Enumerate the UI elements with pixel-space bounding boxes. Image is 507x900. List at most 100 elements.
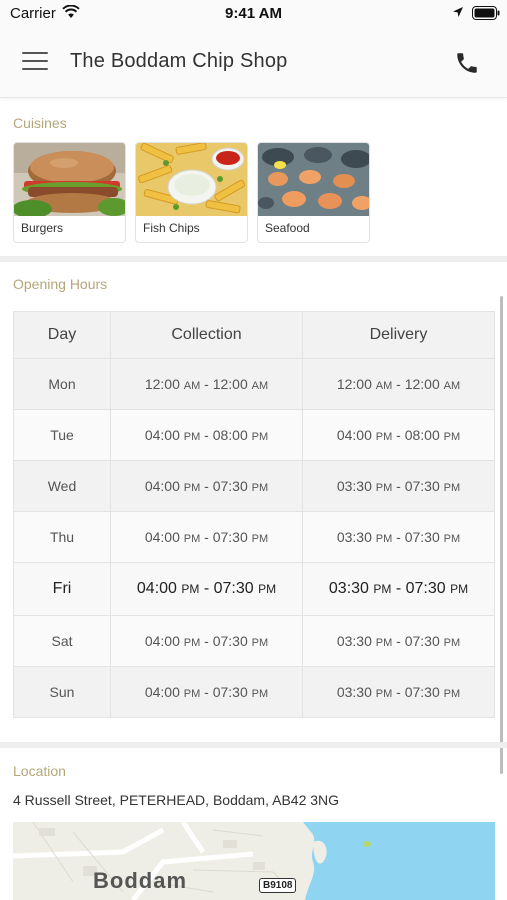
separator: -	[199, 580, 214, 597]
separator: -	[200, 427, 213, 443]
page-title: The Boddam Chip Shop	[70, 50, 288, 72]
column-header-day: Day	[13, 311, 111, 359]
end-time: 07:30	[405, 580, 446, 597]
collection-hours-cell: 04:00 PM - 07:30 PM	[110, 460, 303, 512]
am-pm: PM	[375, 431, 393, 443]
separator: -	[200, 684, 213, 700]
section-divider	[0, 742, 507, 748]
table-header-row: Day Collection Delivery	[13, 311, 495, 359]
end-time: 07:30	[404, 529, 440, 545]
am-pm: PM	[181, 582, 200, 596]
cuisine-label-burgers: Burgers	[21, 221, 64, 235]
am-pm: PM	[375, 637, 393, 649]
end-time: 08:00	[404, 427, 440, 443]
location-map[interactable]: Boddam B9108	[13, 822, 495, 900]
burger-image	[14, 143, 125, 218]
am-pm: PM	[375, 482, 393, 494]
am-pm: PM	[375, 688, 393, 700]
start-time: 04:00	[144, 633, 180, 649]
start-time: 03:30	[336, 684, 372, 700]
phone-icon[interactable]	[454, 50, 480, 76]
opening-hours-table: Day Collection Delivery Mon 12:00 AM - 1…	[13, 311, 495, 718]
am-pm: PM	[183, 482, 201, 494]
day-cell: Thu	[13, 511, 111, 563]
am-pm: PM	[183, 533, 201, 545]
delivery-hours-cell: 03:30 PM - 07:30 PM	[302, 562, 495, 616]
end-time: 12:00	[404, 376, 440, 392]
collection-hours-cell: 04:00 PM - 07:30 PM	[110, 562, 303, 616]
status-bar: Carrier 9:41 AM	[0, 0, 507, 28]
table-row: Mon 12:00 AM - 12:00 AM 12:00 AM - 12:00…	[13, 358, 495, 410]
day-cell: Sat	[13, 615, 111, 667]
day-cell: Mon	[13, 358, 111, 410]
scrollbar[interactable]	[500, 296, 503, 774]
end-time: 12:00	[212, 376, 248, 392]
separator: -	[200, 633, 213, 649]
start-time: 04:00	[336, 427, 372, 443]
delivery-hours-cell: 03:30 PM - 07:30 PM	[302, 460, 495, 512]
start-time: 04:00	[136, 580, 177, 597]
am-pm: PM	[443, 637, 461, 649]
table-row: Thu 04:00 PM - 07:30 PM 03:30 PM - 07:30…	[13, 511, 495, 563]
separator: -	[392, 427, 405, 443]
separator: -	[392, 376, 405, 392]
am-pm: PM	[443, 482, 461, 494]
am-pm: PM	[183, 637, 201, 649]
table-row-today: Fri 04:00 PM - 07:30 PM 03:30 PM - 07:30…	[13, 562, 495, 616]
separator: -	[391, 580, 406, 597]
map-road-label: B9108	[259, 878, 297, 893]
am-pm: PM	[443, 688, 461, 700]
end-time: 07:30	[212, 684, 248, 700]
am-pm: PM	[251, 482, 269, 494]
cuisine-card-fish-chips[interactable]: Fish Chips	[135, 142, 248, 243]
end-time: 07:30	[213, 580, 254, 597]
end-time: 07:30	[404, 684, 440, 700]
day-cell: Sun	[13, 666, 111, 718]
end-time: 08:00	[212, 427, 248, 443]
am-pm: PM	[183, 431, 201, 443]
am-pm: PM	[183, 688, 201, 700]
nav-bar: The Boddam Chip Shop	[0, 28, 507, 98]
separator: -	[200, 478, 213, 494]
am-pm: AM	[443, 380, 461, 392]
end-time: 07:30	[212, 633, 248, 649]
collection-hours-cell: 04:00 PM - 07:30 PM	[110, 615, 303, 667]
hamburger-menu-icon[interactable]	[22, 52, 48, 72]
table-row: Tue 04:00 PM - 08:00 PM 04:00 PM - 08:00…	[13, 409, 495, 461]
day-cell: Tue	[13, 409, 111, 461]
start-time: 04:00	[144, 427, 180, 443]
column-header-delivery: Delivery	[302, 311, 495, 359]
location-section-label: Location	[13, 763, 66, 779]
start-time: 03:30	[336, 478, 372, 494]
end-time: 07:30	[404, 478, 440, 494]
am-pm: PM	[443, 533, 461, 545]
cuisine-card-burgers[interactable]: Burgers	[13, 142, 126, 243]
delivery-hours-cell: 03:30 PM - 07:30 PM	[302, 511, 495, 563]
delivery-hours-cell: 03:30 PM - 07:30 PM	[302, 666, 495, 718]
cuisine-label-fish-chips: Fish Chips	[143, 221, 200, 235]
start-time: 12:00	[144, 376, 180, 392]
collection-hours-cell: 04:00 PM - 07:30 PM	[110, 666, 303, 718]
cuisine-label-seafood: Seafood	[265, 221, 310, 235]
am-pm: PM	[251, 533, 269, 545]
opening-hours-section-label: Opening Hours	[13, 276, 108, 292]
map-background	[13, 822, 495, 900]
table-row: Sun 04:00 PM - 07:30 PM 03:30 PM - 07:30…	[13, 666, 495, 718]
cuisine-card-seafood[interactable]: Seafood	[257, 142, 370, 243]
separator: -	[200, 376, 213, 392]
delivery-hours-cell: 03:30 PM - 07:30 PM	[302, 615, 495, 667]
seafood-image	[258, 143, 369, 216]
battery-icon	[472, 6, 500, 20]
start-time: 04:00	[144, 529, 180, 545]
start-time: 04:00	[144, 684, 180, 700]
end-time: 07:30	[404, 633, 440, 649]
collection-hours-cell: 04:00 PM - 08:00 PM	[110, 409, 303, 461]
table-row: Wed 04:00 PM - 07:30 PM 03:30 PM - 07:30…	[13, 460, 495, 512]
status-time: 9:41 AM	[225, 5, 282, 22]
start-time: 03:30	[336, 633, 372, 649]
am-pm: PM	[251, 637, 269, 649]
table-row: Sat 04:00 PM - 07:30 PM 03:30 PM - 07:30…	[13, 615, 495, 667]
location-arrow-icon	[453, 7, 463, 17]
am-pm: AM	[375, 380, 393, 392]
am-pm: PM	[251, 431, 269, 443]
